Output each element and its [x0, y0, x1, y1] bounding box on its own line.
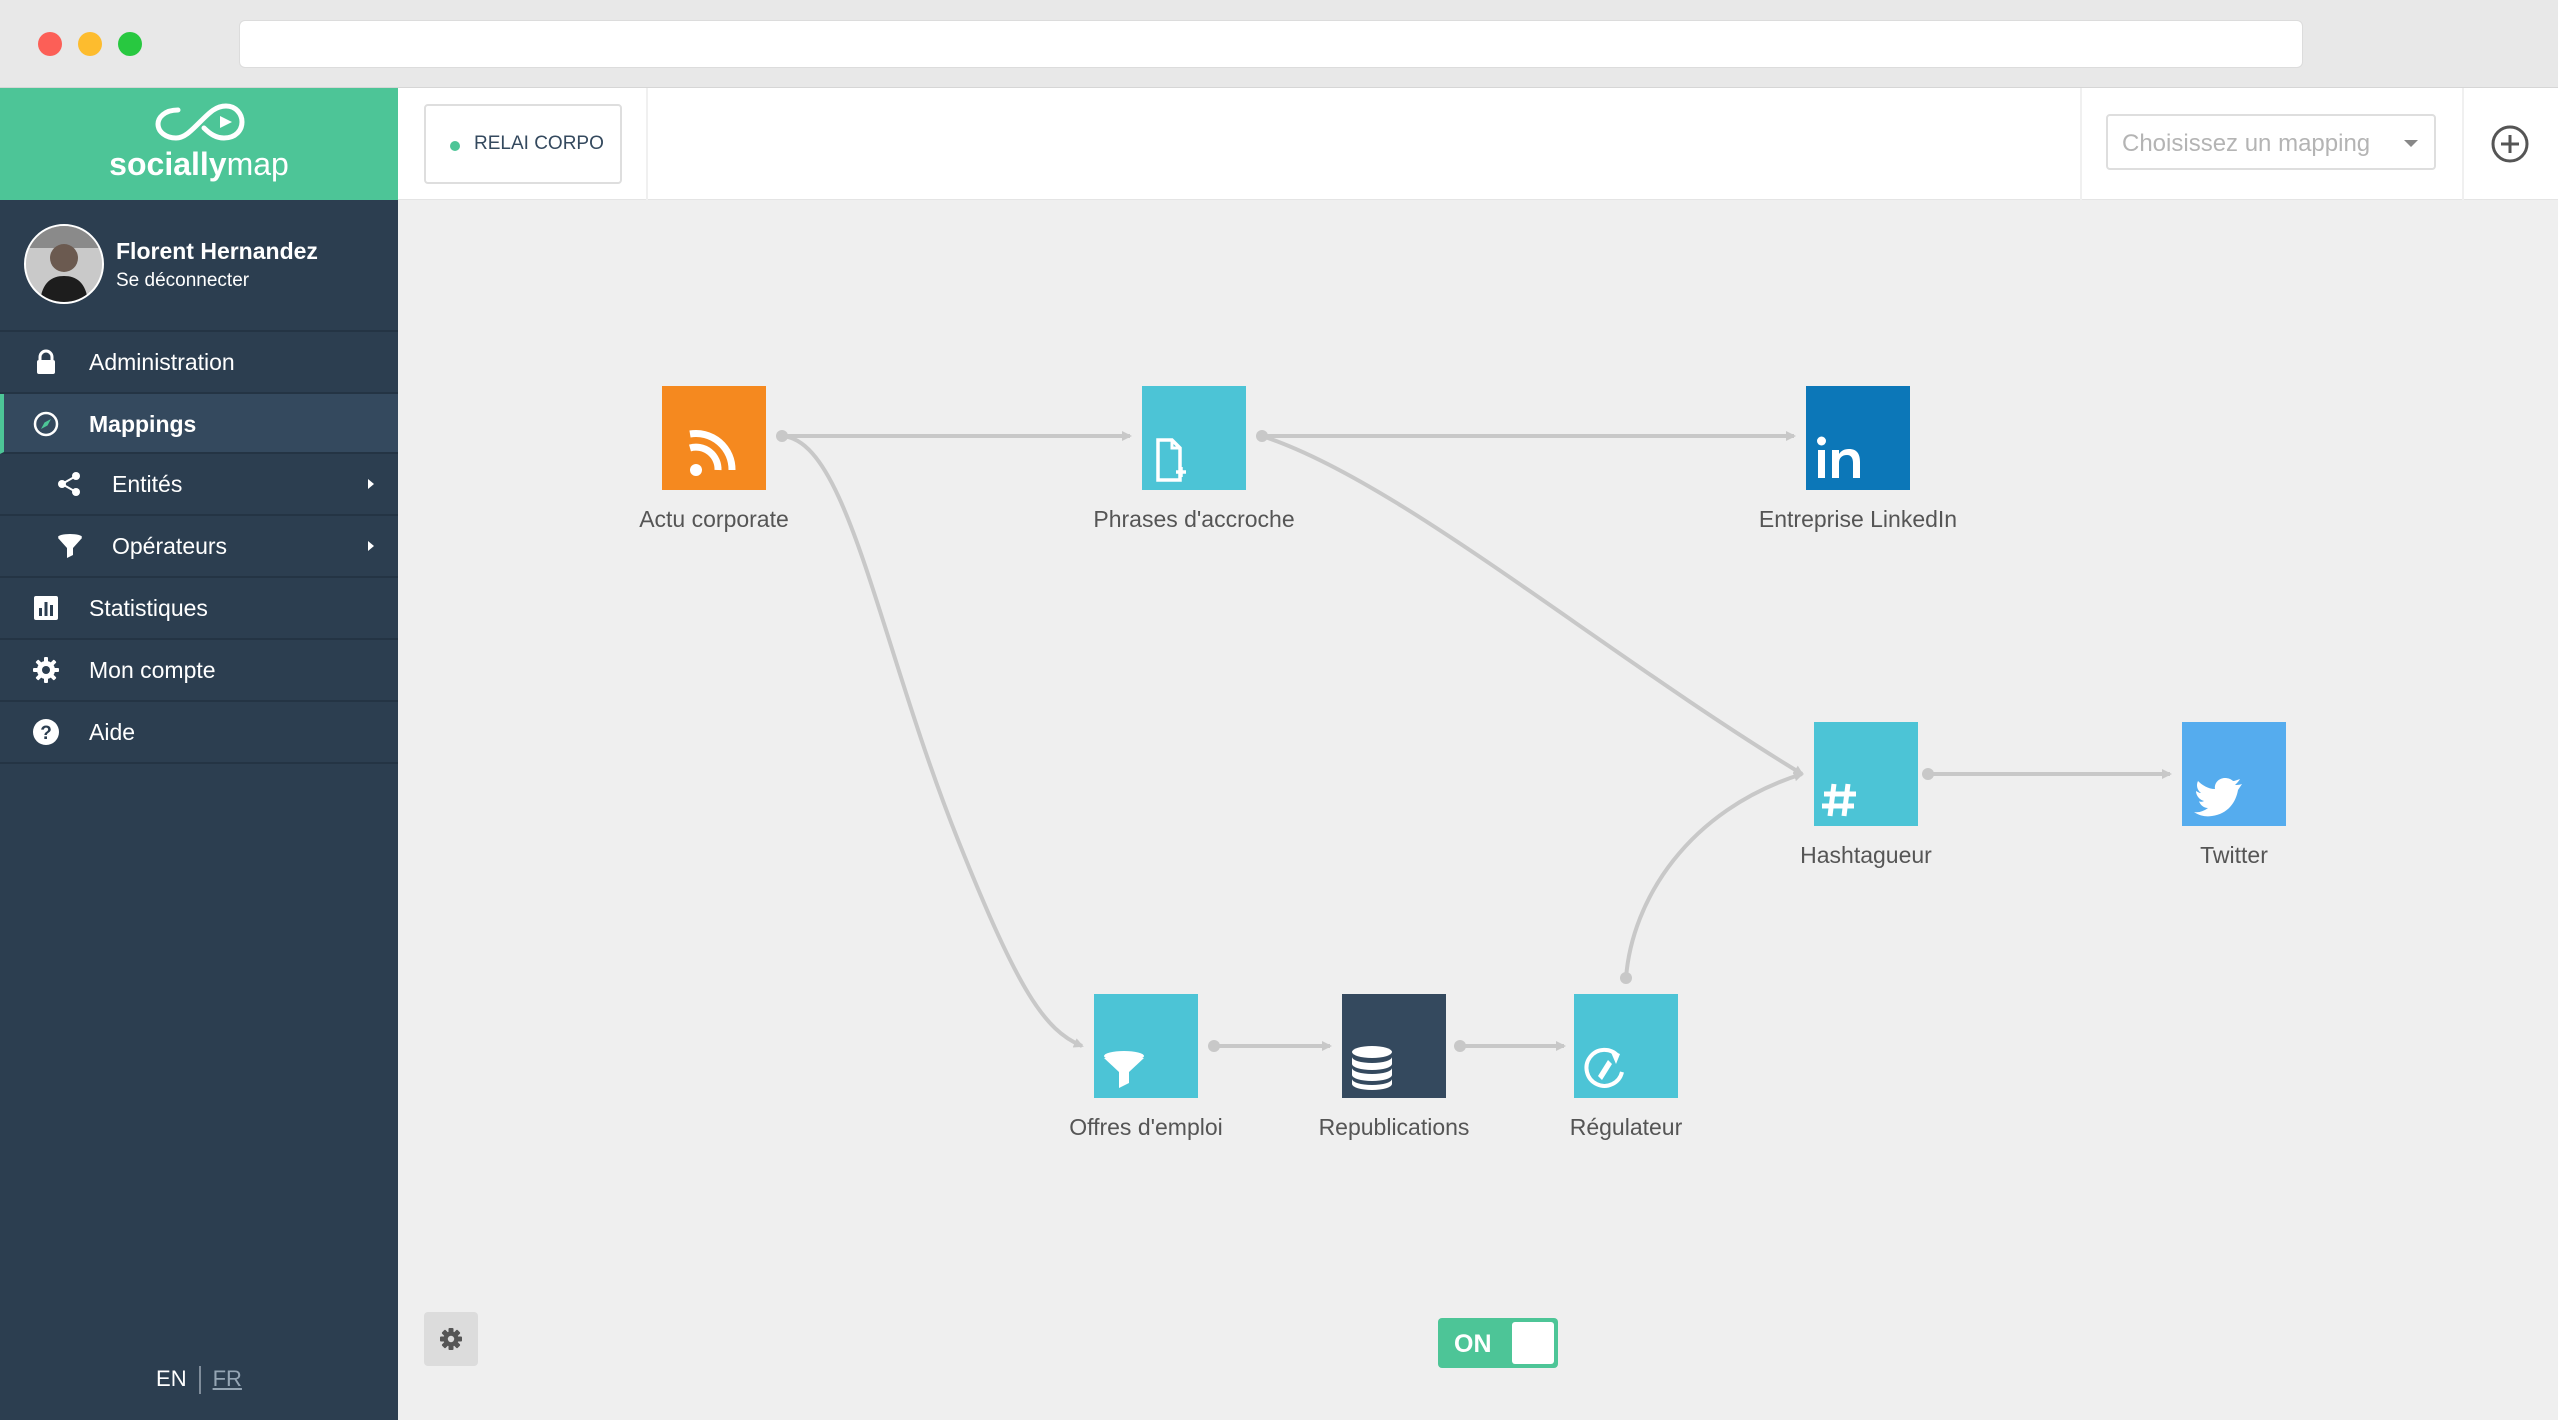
nav-item-mappings[interactable]: Mappings	[0, 394, 398, 454]
toggle-label: ON	[1454, 1330, 1492, 1358]
toggle-knob	[1512, 1322, 1554, 1364]
nav-label: Opérateurs	[112, 533, 228, 559]
node-box[interactable]	[1142, 386, 1246, 490]
node-box[interactable]	[2182, 722, 2286, 826]
rss-icon	[689, 430, 736, 476]
link-regul-hashtag	[1624, 771, 1804, 979]
logo[interactable]: sociallymap	[0, 88, 398, 200]
nav-item-statistiques[interactable]: Statistiques	[0, 578, 398, 640]
add-circle-icon[interactable]	[2488, 122, 2532, 166]
linkedin-icon	[1817, 436, 1860, 478]
port-dot	[1620, 972, 1632, 984]
port-dot	[1208, 1040, 1220, 1052]
node-label: Twitter	[2200, 842, 2268, 868]
port-dot	[776, 430, 788, 442]
lang-en[interactable]: EN	[156, 1366, 187, 1391]
nav-label: Mon compte	[89, 657, 216, 683]
funnel-icon	[58, 534, 82, 558]
nav-label: Statistiques	[89, 595, 208, 621]
divider	[2080, 88, 2082, 200]
help-icon: ?	[33, 719, 59, 745]
mapping-select-placeholder: Choisissez un mapping	[2122, 130, 2371, 157]
mapping-canvas[interactable]: Actu corporate Phrases d'accroche Entrep…	[398, 200, 2558, 1420]
port-dot	[1454, 1040, 1466, 1052]
divider	[2462, 88, 2464, 200]
divider	[198, 1366, 201, 1394]
node-label: Entreprise LinkedIn	[1758, 506, 1958, 532]
nav-item-aide[interactable]: ? Aide	[0, 702, 398, 764]
nav-label: Administration	[89, 349, 235, 375]
mapping-tab-label: RELAI CORPO	[474, 133, 604, 154]
top-bar: RELAI CORPO Choisissez un mapping	[398, 88, 2558, 200]
compass-icon	[33, 411, 59, 437]
node-twitter[interactable]: Twitter	[2182, 722, 2286, 868]
logout-link[interactable]: Se déconnecter	[116, 270, 249, 292]
node-offres-emploi[interactable]: Offres d'emploi	[1069, 994, 1223, 1140]
node-box[interactable]	[1342, 994, 1446, 1098]
user-panel: Florent Hernandez Se déconnecter	[0, 200, 398, 332]
node-hashtagueur[interactable]: Hashtagueur	[1800, 722, 1932, 868]
language-switcher: EN FR	[0, 1366, 398, 1394]
link-phrases-hashtag	[1261, 434, 1804, 776]
mapping-select[interactable]: Choisissez un mapping	[2106, 114, 2436, 170]
caret-right-icon	[368, 479, 374, 489]
chevron-down-icon	[2404, 140, 2418, 147]
address-bar[interactable]	[239, 20, 2303, 68]
node-box[interactable]	[1574, 994, 1678, 1098]
port-dot	[1922, 768, 1934, 780]
avatar[interactable]	[24, 224, 104, 304]
node-label: Régulateur	[1569, 1114, 1683, 1140]
refresh-icon	[1584, 1047, 1624, 1088]
brand-name: sociallymap	[109, 146, 289, 182]
node-entreprise-linkedin[interactable]: Entreprise LinkedIn	[1759, 386, 1957, 532]
database-icon	[1352, 1046, 1392, 1090]
gear-icon	[440, 1328, 462, 1350]
lang-fr[interactable]: FR	[213, 1366, 242, 1391]
file-plus-icon	[1156, 438, 1186, 482]
nav-item-entites[interactable]: Entités	[0, 454, 398, 516]
node-label: Hashtagueur	[1800, 842, 1932, 868]
mapping-on-off-toggle[interactable]: ON	[1438, 1318, 1558, 1368]
share-icon	[58, 472, 80, 496]
node-regulateur[interactable]: Régulateur	[1570, 994, 1682, 1140]
port-dot	[1256, 430, 1268, 442]
infinity-logo-icon	[155, 103, 245, 141]
nav-label: Entités	[112, 471, 183, 497]
node-republications[interactable]: Republications	[1319, 994, 1469, 1140]
mapping-tab[interactable]: RELAI CORPO	[424, 104, 622, 184]
lock-icon	[37, 349, 55, 374]
nav-item-operateurs[interactable]: Opérateurs	[0, 516, 398, 578]
svg-text:?: ?	[40, 723, 52, 744]
nav-item-mon-compte[interactable]: Mon compte	[0, 640, 398, 702]
sidebar: sociallymap Florent Hernandez Se déconne…	[0, 88, 398, 1420]
caret-right-icon	[368, 541, 374, 551]
node-box[interactable]	[1814, 722, 1918, 826]
nav-label: Aide	[89, 719, 136, 745]
window-titlebar	[0, 0, 2558, 88]
node-box[interactable]	[1094, 994, 1198, 1098]
node-box[interactable]	[662, 386, 766, 490]
node-actu-corporate[interactable]: Actu corporate	[639, 386, 789, 532]
main-nav: Administration Mappings Entités Opérateu…	[0, 332, 398, 764]
bar-chart-icon	[34, 596, 58, 620]
hashtag-icon	[1822, 783, 1856, 817]
node-label: Actu corporate	[639, 506, 789, 532]
node-label: Phrases d'accroche	[1093, 506, 1295, 532]
active-status-dot	[450, 141, 460, 151]
canvas-settings-button[interactable]	[424, 1312, 478, 1366]
node-box[interactable]	[1806, 386, 1910, 490]
divider	[646, 88, 648, 200]
user-name: Florent Hernandez	[116, 238, 318, 264]
close-window-button[interactable]	[38, 32, 62, 56]
nav-item-administration[interactable]: Administration	[0, 332, 398, 394]
maximize-window-button[interactable]	[118, 32, 142, 56]
gear-icon	[33, 657, 59, 683]
minimize-window-button[interactable]	[78, 32, 102, 56]
filter-icon	[1104, 1051, 1144, 1088]
node-phrases-accroche[interactable]: Phrases d'accroche	[1093, 386, 1295, 532]
twitter-icon	[2194, 778, 2242, 817]
nav-label: Mappings	[89, 411, 197, 437]
